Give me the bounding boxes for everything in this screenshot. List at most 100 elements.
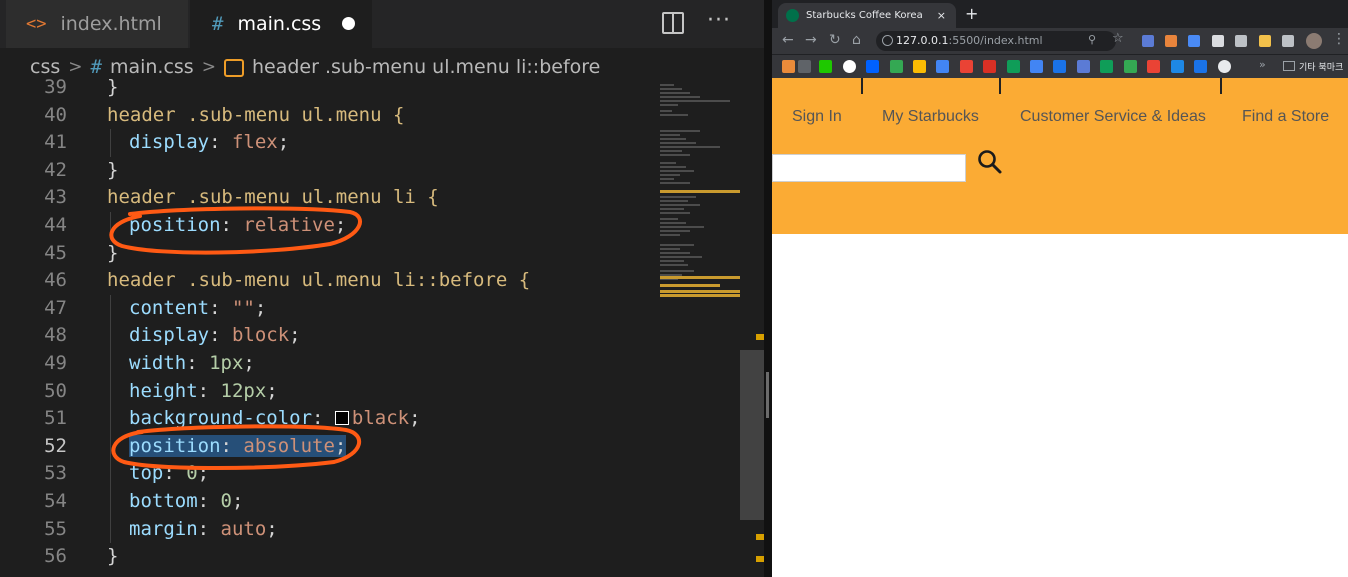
forward-arrow-icon[interactable]: → [805, 32, 817, 48]
gmail-icon[interactable] [960, 60, 973, 73]
minimap-line [660, 142, 696, 144]
code-line[interactable]: 47 content: ""; [0, 295, 740, 323]
css-selector-line: header .sub-menu ul.menu li::before { [107, 269, 531, 292]
bookmark-icon[interactable] [1077, 60, 1090, 73]
code-line[interactable]: 54 bottom: 0; [0, 488, 740, 516]
close-tab-icon[interactable]: × [937, 3, 946, 28]
camera-extension-icon[interactable] [1235, 35, 1247, 47]
css-selector-line: } [107, 545, 119, 568]
minimap-highlight [660, 190, 742, 193]
line-number: 39 [44, 76, 67, 98]
css-property: display [129, 324, 210, 347]
search-icon[interactable] [976, 148, 1004, 176]
window-divider[interactable] [764, 0, 772, 577]
code-line[interactable]: 46 header .sub-menu ul.menu li::before { [0, 267, 740, 295]
dropbox-icon[interactable] [866, 60, 879, 73]
bookmark-icon[interactable] [1194, 60, 1207, 73]
css-value: 0 [220, 490, 232, 512]
bookmark-icon[interactable] [1124, 60, 1137, 73]
split-editor-icon[interactable] [662, 12, 684, 34]
code-line[interactable]: 49 width: 1px; [0, 350, 740, 378]
code-line[interactable]: 55 margin: auto; [0, 516, 740, 544]
puzzle-icon[interactable] [1282, 35, 1294, 47]
minimap-line [660, 104, 678, 106]
extension-icon[interactable] [1188, 35, 1200, 47]
bookmark-icon[interactable] [1053, 60, 1066, 73]
css-declaration: width: 1px; [129, 352, 255, 374]
menu-sign-in[interactable]: Sign In [792, 108, 842, 126]
browser-menu-icon[interactable]: ⋮ [1332, 31, 1346, 47]
bookmarks-overflow-icon[interactable]: » [1259, 58, 1266, 71]
new-tab-icon[interactable]: + [965, 4, 978, 23]
extension-icon[interactable] [1212, 35, 1224, 47]
sheets-icon[interactable] [1007, 60, 1020, 73]
zoom-icon[interactable]: ⚲ [1088, 33, 1096, 46]
css-property: height [129, 379, 198, 402]
css-value: 1px [209, 352, 244, 374]
google-icon[interactable] [843, 60, 856, 73]
code-line[interactable]: 42} [0, 157, 740, 185]
scroll-marker [756, 534, 764, 540]
line-number: 49 [44, 352, 67, 374]
minimap-line [660, 100, 730, 102]
css-value: block [231, 324, 290, 347]
extension-icon[interactable] [1142, 35, 1154, 47]
minimap-line [660, 208, 684, 210]
github-icon[interactable] [1218, 60, 1231, 73]
extension-icon[interactable] [1259, 35, 1271, 47]
scrollbar-thumb[interactable] [740, 350, 764, 520]
divider-handle[interactable] [766, 372, 769, 418]
menu-divider [999, 78, 1001, 94]
code-editor: <> index.html # main.css ··· css > # mai… [0, 0, 768, 577]
bookmarks-bar: » 기타 북마크 [772, 54, 1348, 78]
search-input[interactable] [772, 154, 966, 182]
code-line[interactable]: 50 height: 12px; [0, 378, 740, 406]
code-line[interactable]: 39} [0, 74, 740, 102]
code-line[interactable]: 41 display: flex; [0, 129, 740, 157]
home-icon[interactable]: ⌂ [852, 32, 861, 48]
minimap-line [660, 252, 690, 254]
bookmark-icon[interactable] [936, 60, 949, 73]
bookmark-icon[interactable] [798, 60, 811, 73]
line-number: 50 [44, 379, 67, 402]
minimap[interactable] [660, 84, 742, 384]
editor-tab-bar: <> index.html # main.css ··· [0, 0, 768, 48]
unsaved-dot-icon[interactable] [342, 17, 355, 30]
site-info-icon[interactable] [882, 35, 893, 46]
bookmark-star-icon[interactable]: ☆ [1112, 31, 1124, 46]
menu-find-a-store[interactable]: Find a Store [1242, 108, 1329, 126]
naver-icon[interactable] [819, 60, 832, 73]
bookmark-icon[interactable] [1100, 60, 1113, 73]
minimap-line [660, 234, 680, 236]
address-bar[interactable]: 127.0.0.1:5500/index.html [876, 31, 1116, 51]
drive-icon[interactable] [890, 60, 903, 73]
trello-icon[interactable] [1171, 60, 1184, 73]
minimap-line [660, 256, 702, 258]
gmail-icon[interactable] [983, 60, 996, 73]
back-arrow-icon[interactable]: ← [782, 32, 794, 48]
profile-avatar[interactable] [1306, 33, 1322, 49]
minimap-line [660, 84, 674, 86]
minimap-line [660, 110, 672, 112]
youtube-icon[interactable] [1147, 60, 1160, 73]
css-property: width [129, 352, 187, 374]
other-bookmarks[interactable]: 기타 북마크 [1299, 60, 1343, 73]
line-number: 46 [44, 269, 67, 292]
extension-icon[interactable] [1165, 35, 1177, 47]
code-line[interactable]: 56} [0, 543, 740, 571]
browser-window: Starbucks Coffee Korea × + ← → ↻ ⌂ 127.0… [772, 0, 1348, 577]
code-line[interactable]: 48 display: block; [0, 322, 740, 350]
tab-main-css[interactable]: # main.css [190, 0, 372, 48]
code-area[interactable]: 39} 40 header .sub-menu ul.menu {41 display… [0, 74, 740, 577]
reload-icon[interactable]: ↻ [829, 32, 841, 48]
tab-index-html[interactable]: <> index.html [6, 0, 188, 48]
docs-icon[interactable] [1030, 60, 1043, 73]
menu-customer-service[interactable]: Customer Service & Ideas [1020, 108, 1206, 126]
minimap-highlight [660, 276, 742, 279]
apps-icon[interactable] [782, 60, 795, 73]
code-line[interactable]: 40 header .sub-menu ul.menu { [0, 102, 740, 130]
bookmark-icon[interactable] [913, 60, 926, 73]
browser-tab[interactable]: Starbucks Coffee Korea × [778, 3, 956, 28]
menu-my-starbucks[interactable]: My Starbucks [882, 108, 979, 126]
more-actions-icon[interactable]: ··· [707, 8, 731, 33]
